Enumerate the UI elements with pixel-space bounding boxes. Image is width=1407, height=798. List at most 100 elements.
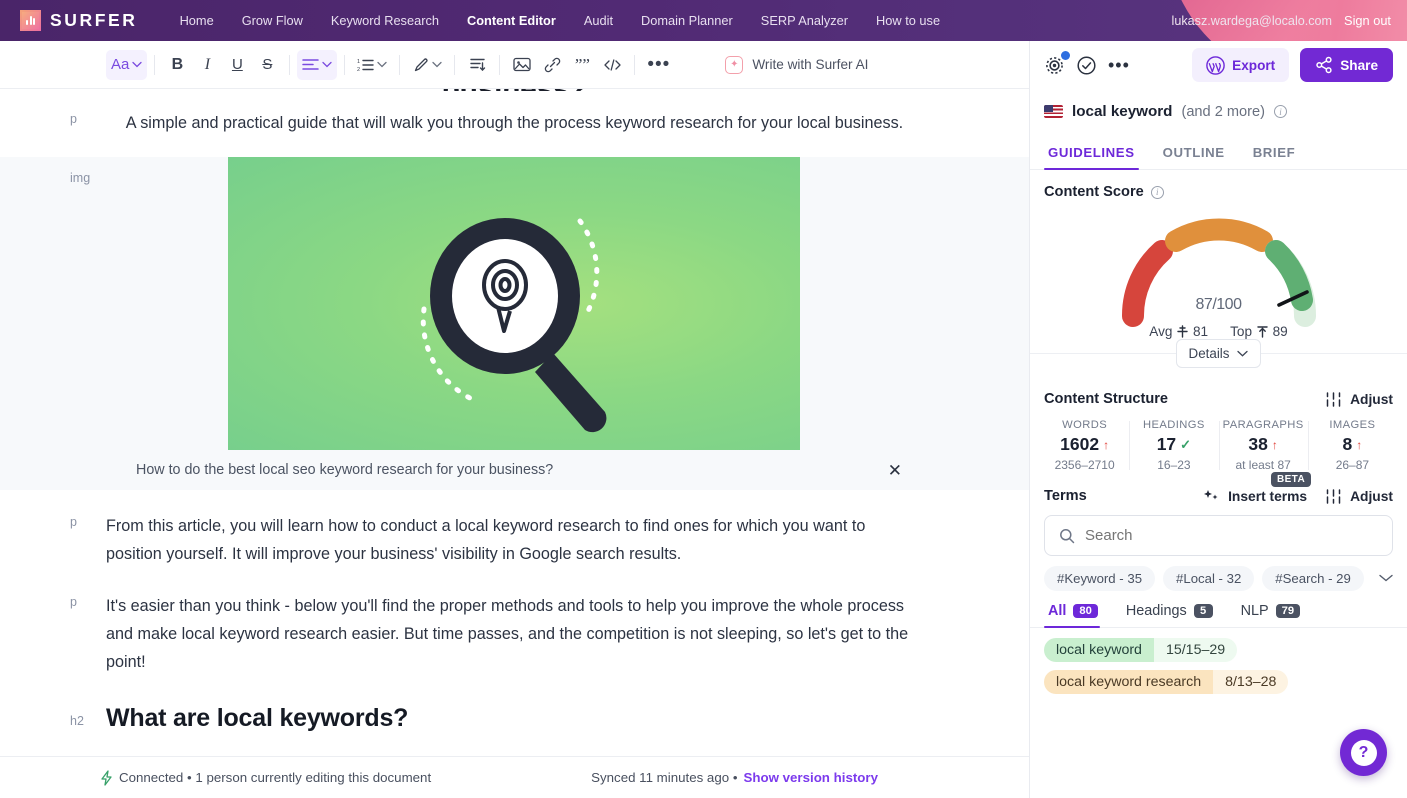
underline-button[interactable]: U: [222, 50, 252, 80]
nav-item-keyword-research[interactable]: Keyword Research: [317, 8, 453, 33]
magnifying-glass-pin-illustration: [420, 218, 607, 433]
nav-item-serp-analyzer[interactable]: SERP Analyzer: [747, 8, 862, 33]
top-navigation-bar: SURFER Home Grow Flow Keyword Research C…: [0, 0, 1407, 41]
chevron-down-icon: [1237, 350, 1249, 357]
stat-value: 1602: [1060, 434, 1100, 454]
svg-text:1: 1: [357, 59, 360, 65]
help-button[interactable]: ?: [1340, 729, 1387, 776]
strikethrough-button[interactable]: S: [252, 50, 282, 80]
chip-search[interactable]: #Search - 29: [1262, 566, 1364, 591]
underline-icon: U: [231, 56, 243, 73]
surfer-logo[interactable]: SURFER: [20, 10, 138, 31]
score-value-wrap: 87/100: [1030, 279, 1407, 317]
subtab-headings[interactable]: Headings 5: [1112, 603, 1227, 627]
nav-item-domain-planner[interactable]: Domain Planner: [627, 8, 747, 33]
sparkle-icon: [1204, 489, 1218, 499]
italic-icon: I: [204, 55, 211, 73]
show-version-history-link[interactable]: Show version history: [743, 770, 877, 785]
insert-link-button[interactable]: [537, 50, 567, 80]
code-block-button[interactable]: [597, 50, 627, 80]
content-score-header: Content Score i: [1030, 170, 1407, 200]
settings-gear-button[interactable]: [1044, 50, 1070, 76]
share-icon: [1316, 56, 1332, 74]
sign-out-link[interactable]: Sign out: [1344, 13, 1391, 28]
indent-button[interactable]: [462, 50, 492, 80]
term-item[interactable]: local keyword 15/15–29: [1044, 638, 1238, 662]
text-align-dropdown[interactable]: [297, 49, 338, 80]
sliders-icon: [1326, 488, 1341, 504]
document-block-paragraph-1[interactable]: p From this article, you will learn how …: [0, 512, 1029, 568]
nav-item-home[interactable]: Home: [166, 8, 228, 33]
write-with-surfer-ai-button[interactable]: ✦ Write with Surfer AI: [725, 55, 868, 74]
close-icon[interactable]: ✕: [888, 462, 902, 479]
sliders-icon: [1326, 391, 1341, 407]
svg-text:2: 2: [357, 67, 360, 72]
indent-down-icon: [470, 58, 486, 71]
editor-toolbar: Aa B I U S 1 2 ”” ••• ✦ Write with Surfe…: [0, 41, 1029, 89]
additional-keywords-count[interactable]: (and 2 more): [1181, 104, 1265, 120]
check-status-button[interactable]: [1076, 55, 1097, 76]
document-heading-partial[interactable]: business?: [0, 89, 1029, 91]
stat-label: PARAGRAPHS: [1222, 419, 1304, 431]
quote-icon: ””: [574, 55, 590, 74]
terms-adjust-button[interactable]: Adjust: [1325, 489, 1393, 504]
bold-icon: B: [171, 55, 184, 73]
tab-guidelines[interactable]: GUIDELINES: [1044, 145, 1149, 170]
score-max: /100: [1212, 296, 1242, 313]
keyword-info-icon[interactable]: i: [1274, 105, 1287, 118]
italic-button[interactable]: I: [192, 50, 222, 80]
check-circle-icon: [1077, 55, 1096, 75]
chip-local[interactable]: #Local - 32: [1163, 566, 1255, 591]
block-tag-p: p: [70, 515, 77, 529]
content-structure-stats: WORDS 1602 ↑ 2356–2710 HEADINGS 17 ✓ 16–23…: [1030, 407, 1407, 472]
terms-search-box[interactable]: [1044, 515, 1393, 556]
expand-chips-button[interactable]: [1379, 573, 1393, 585]
details-button[interactable]: Details: [1175, 339, 1262, 368]
stat-label: IMAGES: [1329, 419, 1376, 431]
document-block-image[interactable]: img How to do the best local seo keyword…: [0, 157, 1029, 490]
beta-badge: BETA: [1270, 471, 1312, 487]
content-structure-title: Content Structure: [1044, 391, 1169, 407]
lead-paragraph: A simple and practical guide that will w…: [125, 114, 904, 132]
content-score-info-icon[interactable]: i: [1150, 185, 1164, 199]
content-structure-adjust-button[interactable]: Adjust: [1325, 392, 1393, 407]
bold-button[interactable]: B: [162, 50, 192, 80]
document-block-lead[interactable]: p A simple and practical guide that will…: [0, 109, 1029, 137]
panel-more-button[interactable]: •••: [1108, 56, 1130, 74]
details-divider-row: Details: [1030, 339, 1407, 383]
chevron-down-icon: [1379, 574, 1393, 581]
highlight-dropdown[interactable]: [407, 50, 447, 80]
term-item[interactable]: local keyword research 8/13–28: [1044, 670, 1289, 694]
insert-image-button[interactable]: [507, 50, 537, 80]
document-editor-area[interactable]: business? p A simple and practical guide…: [0, 89, 1029, 798]
nav-item-how-to-use[interactable]: How to use: [862, 8, 954, 33]
search-input[interactable]: [1085, 527, 1378, 544]
stat-range: 2356–2710: [1054, 458, 1115, 472]
nav-item-audit[interactable]: Audit: [570, 8, 627, 33]
subtab-label: Headings: [1125, 603, 1187, 619]
sparkle-icon: ✦: [725, 55, 744, 74]
document-block-heading-2[interactable]: h2 What are local keywords?: [0, 704, 1029, 733]
subtab-all[interactable]: All 80: [1044, 603, 1112, 628]
nav-item-content-editor[interactable]: Content Editor: [453, 8, 570, 33]
subtab-nlp[interactable]: NLP 79: [1227, 603, 1314, 627]
content-score-gauge: 87/100: [1030, 200, 1407, 328]
tab-outline[interactable]: OUTLINE: [1149, 145, 1239, 169]
chip-keyword[interactable]: #Keyword - 35: [1044, 566, 1156, 591]
article-image[interactable]: [228, 157, 800, 450]
terms-title: Terms: [1044, 488, 1087, 504]
insert-terms-button[interactable]: BETA Insert terms: [1203, 471, 1312, 504]
stat-range: 26–87: [1335, 458, 1370, 472]
heading-1-text: business?: [106, 89, 923, 91]
nav-item-grow-flow[interactable]: Grow Flow: [228, 8, 317, 33]
font-style-dropdown[interactable]: Aa: [106, 49, 148, 80]
share-button[interactable]: Share: [1300, 48, 1393, 82]
tab-brief[interactable]: BRIEF: [1239, 145, 1310, 169]
document-block-paragraph-2[interactable]: p It's easier than you think - below you…: [0, 592, 1029, 676]
surfer-logo-icon: [20, 10, 41, 31]
more-options-button[interactable]: •••: [642, 50, 675, 80]
ellipsis-icon: •••: [647, 53, 671, 75]
export-button[interactable]: Export: [1192, 48, 1290, 82]
list-dropdown[interactable]: 1 2: [352, 50, 392, 80]
blockquote-button[interactable]: ””: [567, 50, 597, 80]
